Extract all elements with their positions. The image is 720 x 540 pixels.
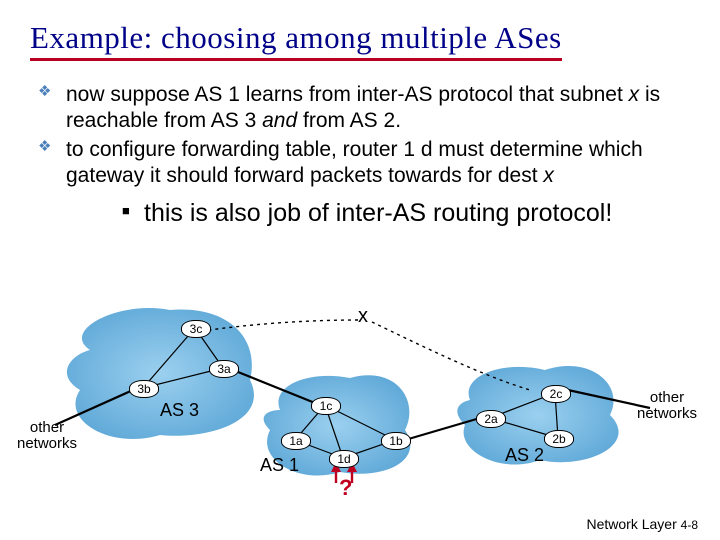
router-3b: 3b <box>129 380 159 398</box>
b1-pre: now suppose AS 1 learns from inter-AS pr… <box>66 83 629 106</box>
sub-bullet-1: this is also job of inter-AS routing pro… <box>122 198 678 229</box>
sub-bullet-list: this is also job of inter-AS routing pro… <box>66 198 678 229</box>
b2-text: to configure forwarding table, router 1 … <box>66 138 643 187</box>
router-3a: 3a <box>209 360 239 378</box>
router-2a: 2a <box>476 410 506 428</box>
router-1c: 1c <box>311 397 341 415</box>
as2-label: AS 2 <box>505 445 544 466</box>
b1-post: from AS 2. <box>297 109 401 132</box>
footer: Network Layer 4-8 <box>587 516 699 532</box>
footer-page: 4-8 <box>681 518 698 532</box>
router-2c: 2c <box>541 385 571 403</box>
b1-x: x <box>629 83 640 106</box>
bullet-2: to configure forwarding table, router 1 … <box>38 137 678 229</box>
other-networks-left: other networks <box>12 420 82 452</box>
x-node-label: x <box>358 305 368 328</box>
slide: Example: choosing among multiple ASes no… <box>0 0 720 540</box>
router-2b: 2b <box>544 430 574 448</box>
router-1b: 1b <box>381 432 411 450</box>
as-diagram: 3c 3a 3b 1c 1a 1d 1b 2a 2c 2b AS 3 AS 1 … <box>0 290 720 510</box>
b1-and: and <box>262 109 297 132</box>
router-3c: 3c <box>181 320 211 338</box>
bullet-1: now suppose AS 1 learns from inter-AS pr… <box>38 82 678 133</box>
router-1d: 1d <box>329 450 359 468</box>
page-title: Example: choosing among multiple ASes <box>30 20 562 61</box>
router-1a: 1a <box>281 432 311 450</box>
question-mark: ? <box>339 475 352 501</box>
b2-x: x <box>543 164 554 187</box>
other-networks-right: other networks <box>632 390 702 422</box>
as1-label: AS 1 <box>260 455 299 476</box>
bullet-list: now suppose AS 1 learns from inter-AS pr… <box>38 82 678 233</box>
as3-label: AS 3 <box>160 400 199 421</box>
footer-text: Network Layer <box>587 516 677 532</box>
